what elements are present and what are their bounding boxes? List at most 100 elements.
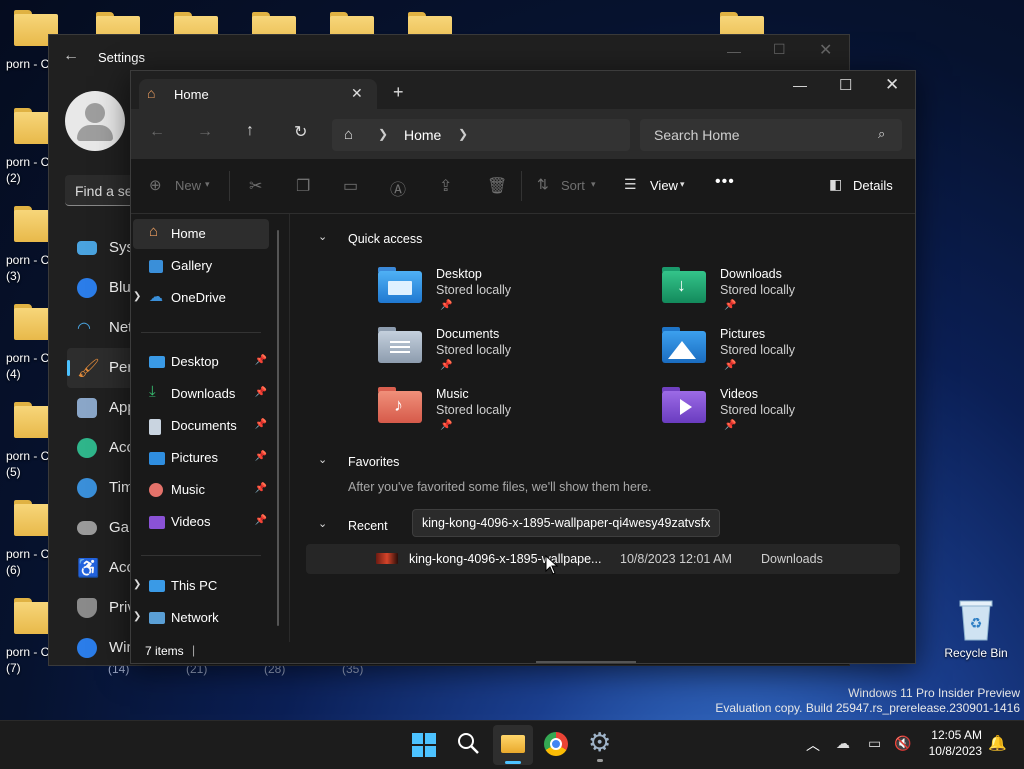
- home-icon: ⌂: [149, 223, 159, 240]
- notification-bell-icon[interactable]: 🔔: [988, 734, 1007, 752]
- chevron-right-icon[interactable]: ❯: [133, 579, 141, 590]
- taskbar-file-explorer[interactable]: [493, 725, 533, 765]
- start-button[interactable]: [412, 733, 436, 757]
- view-button[interactable]: ☰ View ▾: [624, 176, 694, 196]
- active-indicator: [505, 761, 521, 764]
- svg-text:♻: ♻: [970, 616, 983, 632]
- watermark-line-1: Windows 11 Pro Insider Preview: [848, 686, 1020, 700]
- desktop-folder-top-2[interactable]: [174, 12, 224, 48]
- taskbar-search-button[interactable]: [456, 731, 482, 757]
- new-tab-button[interactable]: +: [393, 83, 404, 101]
- more-options-icon[interactable]: •••: [715, 173, 735, 191]
- minimize-button[interactable]: —: [727, 43, 741, 59]
- tab-bar: ⌂ Home ✕ + — ☐ ✕: [131, 71, 915, 109]
- details-button[interactable]: ◧ Details: [829, 176, 899, 196]
- recent-file-row[interactable]: king-kong-4096-x-1895-wallpape... 10/8/2…: [306, 544, 900, 574]
- sidebar-item-network[interactable]: ❯ Network: [133, 603, 269, 633]
- quick-access-pictures[interactable]: Pictures Stored locally 📌: [662, 327, 892, 383]
- share-icon[interactable]: ⇪: [439, 176, 452, 196]
- new-button[interactable]: ⊕ New ▾: [149, 176, 215, 196]
- rename-icon[interactable]: Ⓐ: [390, 176, 406, 200]
- windows-logo-icon: [412, 733, 436, 757]
- divider: [229, 171, 230, 201]
- document-icon: [149, 419, 161, 435]
- desktop-folder-top-1[interactable]: [96, 12, 146, 48]
- search-icon: ⌕: [878, 126, 886, 141]
- horizontal-scrollbar[interactable]: [536, 661, 636, 663]
- volume-muted-icon[interactable]: 🔇: [894, 735, 911, 752]
- delete-icon[interactable]: 🗑: [487, 176, 507, 196]
- documents-folder-icon: [378, 327, 422, 363]
- desktop-folder-top-4[interactable]: [330, 12, 380, 48]
- maximize-button[interactable]: ☐: [839, 76, 852, 94]
- monitor-icon[interactable]: ▭: [868, 735, 881, 752]
- chevron-right-icon[interactable]: ❯: [458, 127, 468, 141]
- pin-icon: 📌: [440, 420, 453, 431]
- sidebar-item-documents[interactable]: Documents 📌: [133, 411, 269, 441]
- quick-access-documents[interactable]: Documents Stored locally 📌: [378, 327, 608, 383]
- onedrive-icon[interactable]: ☁: [836, 735, 850, 752]
- quick-access-desktop[interactable]: Desktop Stored locally 📌: [378, 267, 608, 323]
- minimize-button[interactable]: —: [793, 77, 807, 93]
- refresh-icon[interactable]: ↻: [294, 122, 307, 142]
- wifi-icon: ◠: [77, 320, 91, 337]
- mouse-cursor-icon: [545, 555, 559, 575]
- back-button[interactable]: ←: [63, 47, 83, 67]
- copy-icon[interactable]: ❐: [296, 176, 310, 196]
- close-button[interactable]: ✕: [885, 75, 899, 95]
- sidebar-item-this-pc[interactable]: ❯ This PC: [133, 571, 269, 601]
- back-arrow-icon[interactable]: ←: [149, 123, 165, 141]
- taskbar-settings[interactable]: ⚙: [587, 727, 615, 763]
- taskbar-chrome[interactable]: [543, 731, 571, 759]
- pin-icon: 📌: [254, 419, 267, 430]
- address-bar[interactable]: ⌂ ❯ Home ❯: [332, 119, 630, 151]
- cut-icon[interactable]: ✂: [249, 176, 262, 196]
- chevron-right-icon[interactable]: ❯: [133, 291, 141, 302]
- forward-arrow-icon[interactable]: →: [197, 123, 213, 141]
- taskbar: ⚙ ︿ ☁ ▭ 🔇 12:05 AM 10/8/2023 🔔: [0, 720, 1024, 769]
- desktop-folder-top-5[interactable]: [408, 12, 458, 48]
- network-icon: [149, 612, 165, 624]
- tab-close-icon[interactable]: ✕: [351, 85, 363, 102]
- gear-icon: ⚙: [588, 727, 612, 757]
- sidebar-item-desktop[interactable]: Desktop 📌: [133, 347, 269, 377]
- quick-access-videos[interactable]: Videos Stored locally 📌: [662, 387, 892, 443]
- clock[interactable]: 12:05 AM 10/8/2023: [920, 727, 982, 759]
- desktop-folder-top-6[interactable]: [720, 12, 770, 48]
- pin-icon: 📌: [440, 360, 453, 371]
- sidebar-item-music[interactable]: Music 📌: [133, 475, 269, 505]
- content-pane: ⌄ Quick access Desktop Stored locally 📌 …: [290, 214, 914, 642]
- recycle-bin[interactable]: ♻ Recycle Bin: [940, 596, 1012, 662]
- settings-search-input[interactable]: Find a se: [65, 175, 135, 206]
- videos-icon: [149, 516, 165, 529]
- desktop-folder-icon: [149, 356, 165, 368]
- paste-icon[interactable]: ▭: [343, 176, 358, 196]
- home-icon: ⌂: [147, 85, 156, 101]
- sort-button[interactable]: ⇅ Sort ▾: [537, 176, 601, 196]
- up-arrow-icon[interactable]: ↑: [246, 122, 254, 140]
- chevron-up-icon[interactable]: ︿: [806, 735, 820, 755]
- sidebar-item-downloads[interactable]: ⤓ Downloads 📌: [133, 379, 269, 409]
- update-icon: [77, 638, 97, 658]
- divider: [521, 171, 522, 201]
- tab-home[interactable]: ⌂ Home ✕: [139, 79, 377, 109]
- item-count: 7 items: [145, 644, 184, 658]
- search-input[interactable]: Search Home ⌕: [640, 119, 902, 151]
- breadcrumb-current[interactable]: Home: [404, 127, 441, 143]
- chevron-right-icon[interactable]: ❯: [133, 611, 141, 622]
- maximize-button[interactable]: ☐: [773, 41, 786, 58]
- recent-file-date: 10/8/2023 12:01 AM: [620, 552, 732, 566]
- music-icon: [149, 483, 163, 497]
- person-icon: [77, 438, 97, 458]
- sidebar-item-onedrive[interactable]: ❯ ☁ OneDrive: [133, 283, 269, 313]
- sidebar-item-videos[interactable]: Videos 📌: [133, 507, 269, 537]
- quick-access-downloads[interactable]: ↓ Downloads Stored locally 📌: [662, 267, 892, 323]
- pictures-folder-icon: [662, 327, 706, 363]
- sidebar-scrollbar[interactable]: [277, 230, 279, 626]
- sidebar-item-pictures[interactable]: Pictures 📌: [133, 443, 269, 473]
- close-button[interactable]: ✕: [819, 40, 832, 60]
- quick-access-music[interactable]: ♪ Music Stored locally 📌: [378, 387, 608, 443]
- sidebar-item-home[interactable]: ⌂ Home: [133, 219, 269, 249]
- desktop-folder-top-3[interactable]: [252, 12, 302, 48]
- sidebar-item-gallery[interactable]: Gallery: [133, 251, 269, 281]
